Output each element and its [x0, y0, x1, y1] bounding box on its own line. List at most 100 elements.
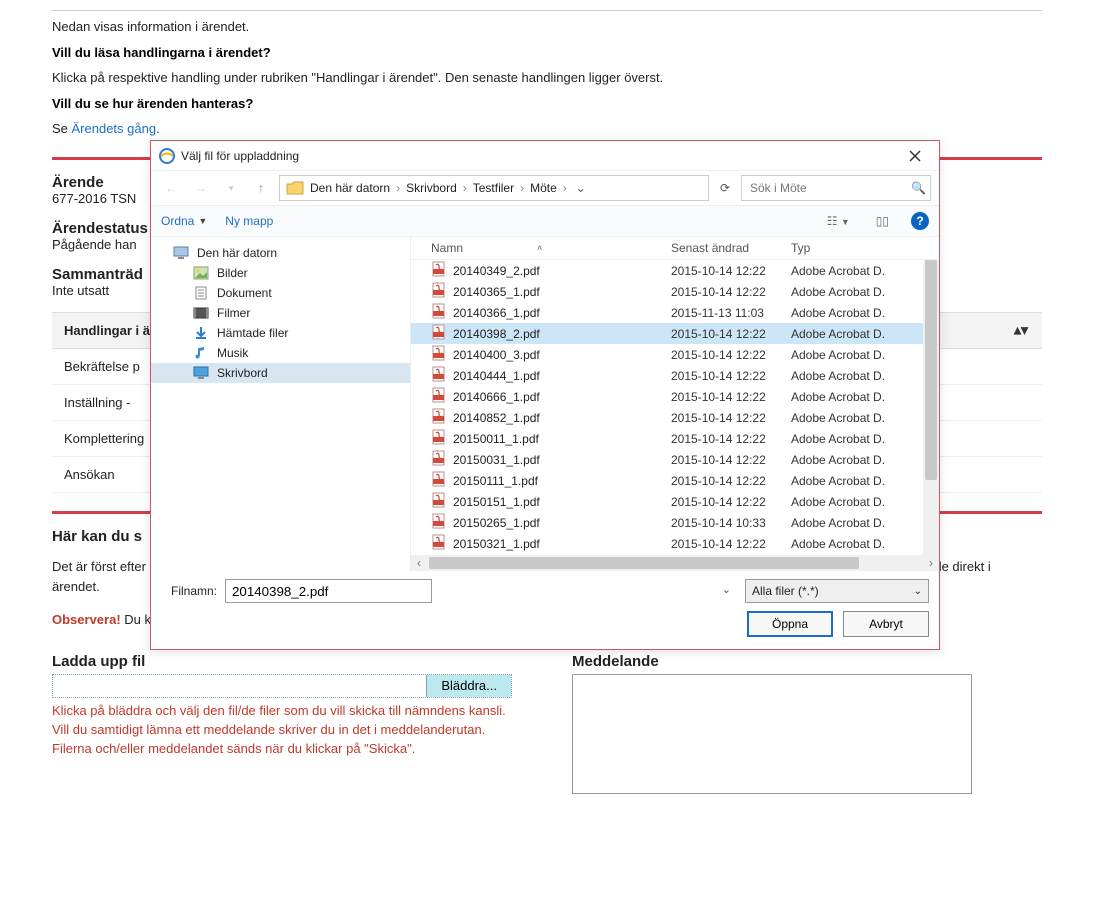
file-picker[interactable]: Bläddra...	[52, 674, 512, 698]
file-row[interactable]: 20150111_1.pdf2015-10-14 12:22Adobe Acro…	[411, 470, 939, 491]
question-read: Vill du läsa handlingarna i ärendet?	[52, 43, 1042, 63]
file-open-dialog: Välj fil för uppladdning ← → ▾ ↑ Den här…	[150, 140, 940, 650]
file-row[interactable]: 20150011_1.pdf2015-10-14 12:22Adobe Acro…	[411, 428, 939, 449]
nav-forward-button[interactable]: →	[189, 176, 213, 200]
nav-item-skrivbord[interactable]: Skrivbord	[151, 363, 410, 383]
mus-icon	[193, 346, 209, 360]
dialog-title: Välj fil för uppladdning	[181, 149, 899, 163]
pic-icon	[193, 266, 209, 280]
file-row[interactable]: 20140349_2.pdf2015-10-14 12:22Adobe Acro…	[411, 260, 939, 281]
breadcrumb-item[interactable]: Skrivbord	[402, 179, 461, 197]
file-date: 2015-10-14 12:22	[671, 432, 791, 446]
file-date: 2015-10-14 12:22	[671, 390, 791, 404]
file-row[interactable]: 20150151_1.pdf2015-10-14 12:22Adobe Acro…	[411, 491, 939, 512]
file-row[interactable]: 20140366_1.pdf2015-11-13 11:03Adobe Acro…	[411, 302, 939, 323]
file-row[interactable]: 20140400_3.pdf2015-10-14 12:22Adobe Acro…	[411, 344, 939, 365]
file-type: Adobe Acrobat D.	[791, 327, 931, 341]
file-type: Adobe Acrobat D.	[791, 348, 931, 362]
cancel-button[interactable]: Avbryt	[843, 611, 929, 637]
nav-item-filmer[interactable]: Filmer	[151, 303, 410, 323]
answer-flow: Se Ärendets gång.	[52, 119, 1042, 139]
breadcrumb-bar[interactable]: Den här datorn›Skrivbord›Testfiler›Möte›…	[279, 175, 709, 201]
dl-icon	[193, 326, 209, 340]
file-date: 2015-10-14 12:22	[671, 453, 791, 467]
file-row[interactable]: 20140852_1.pdf2015-10-14 12:22Adobe Acro…	[411, 407, 939, 428]
column-date-header[interactable]: Senast ändrad	[671, 241, 791, 255]
pdf-icon	[431, 324, 447, 343]
case-flow-link[interactable]: Ärendets gång	[72, 121, 157, 136]
pdf-icon	[431, 492, 447, 511]
nav-item-musik[interactable]: Musik	[151, 343, 410, 363]
warn-label: Observera!	[52, 612, 121, 627]
file-type: Adobe Acrobat D.	[791, 390, 931, 404]
nav-item-bilder[interactable]: Bilder	[151, 263, 410, 283]
nav-up-button[interactable]: ↑	[249, 176, 273, 200]
breadcrumb-item[interactable]: Den här datorn	[306, 179, 394, 197]
file-date: 2015-10-14 12:22	[671, 369, 791, 383]
breadcrumb-drop-icon[interactable]: ⌄	[571, 181, 591, 195]
folder-icon	[286, 180, 304, 196]
file-date: 2015-10-14 12:22	[671, 537, 791, 551]
hscroll-right-icon[interactable]: ›	[923, 556, 939, 570]
file-type: Adobe Acrobat D.	[791, 495, 931, 509]
file-date: 2015-10-14 12:22	[671, 348, 791, 362]
file-row[interactable]: 20140666_1.pdf2015-10-14 12:22Adobe Acro…	[411, 386, 939, 407]
file-date: 2015-10-14 12:22	[671, 285, 791, 299]
help-button[interactable]: ?	[911, 212, 929, 230]
file-row[interactable]: 20150321_1.pdf2015-10-14 12:22Adobe Acro…	[411, 533, 939, 554]
file-row[interactable]: 20140444_1.pdf2015-10-14 12:22Adobe Acro…	[411, 365, 939, 386]
nav-item-hämtade-filer[interactable]: Hämtade filer	[151, 323, 410, 343]
pc-icon	[173, 246, 189, 260]
file-row[interactable]: 20140398_2.pdf2015-10-14 12:22Adobe Acro…	[411, 323, 939, 344]
column-name-header[interactable]: Namn ˄	[431, 241, 671, 255]
nav-recent-button[interactable]: ▾	[219, 176, 243, 200]
file-name: 20140349_2.pdf	[453, 264, 671, 278]
view-options-button[interactable]: ☷ ▼	[823, 212, 854, 230]
file-type: Adobe Acrobat D.	[791, 411, 931, 425]
filename-dropdown-icon[interactable]: ⌄	[722, 583, 731, 596]
file-row[interactable]: 20150031_1.pdf2015-10-14 12:22Adobe Acro…	[411, 449, 939, 470]
nav-back-button[interactable]: ←	[159, 176, 183, 200]
file-type: Adobe Acrobat D.	[791, 369, 931, 383]
breadcrumb-item[interactable]: Möte	[526, 179, 561, 197]
file-date: 2015-10-14 12:22	[671, 327, 791, 341]
open-button[interactable]: Öppna	[747, 611, 833, 637]
browse-button[interactable]: Bläddra...	[426, 675, 511, 697]
preview-pane-button[interactable]: ▯▯	[872, 212, 893, 230]
filename-input[interactable]	[225, 579, 432, 603]
file-name: 20140398_2.pdf	[453, 327, 671, 341]
refresh-button[interactable]: ⟳	[715, 181, 735, 195]
pdf-icon	[431, 387, 447, 406]
sort-icon[interactable]: ▴▾	[1014, 322, 1028, 339]
intro-text: Nedan visas information i ärendet.	[52, 17, 1042, 37]
breadcrumb-item[interactable]: Testfiler	[469, 179, 518, 197]
hscroll-left-icon[interactable]: ‹	[411, 556, 427, 570]
nav-this-pc[interactable]: Den här datorn	[151, 243, 410, 263]
nav-item-dokument[interactable]: Dokument	[151, 283, 410, 303]
file-name-field	[53, 675, 426, 697]
file-type: Adobe Acrobat D.	[791, 285, 931, 299]
file-date: 2015-10-14 12:22	[671, 411, 791, 425]
message-textarea[interactable]	[572, 674, 972, 794]
file-date: 2015-10-14 12:22	[671, 264, 791, 278]
file-row[interactable]: 20140365_1.pdf2015-10-14 12:22Adobe Acro…	[411, 281, 939, 302]
breadcrumb-sep-icon: ›	[461, 181, 469, 195]
file-type-select[interactable]: Alla filer (*.*) ⌄	[745, 579, 929, 603]
horizontal-scrollbar[interactable]: ‹ ›	[411, 555, 939, 571]
new-folder-button[interactable]: Ny mapp	[225, 214, 273, 228]
organize-menu[interactable]: Ordna▼	[161, 214, 207, 228]
search-input[interactable]	[748, 180, 907, 196]
close-button[interactable]	[899, 144, 931, 168]
search-icon: 🔍	[911, 181, 926, 195]
column-type-header[interactable]: Typ	[791, 241, 931, 255]
answer-read: Klicka på respektive handling under rubr…	[52, 68, 1042, 88]
file-row[interactable]: 20150265_1.pdf2015-10-14 10:33Adobe Acro…	[411, 512, 939, 533]
chevron-down-icon: ⌄	[914, 586, 922, 597]
vid-icon	[193, 306, 209, 320]
vertical-scrollbar[interactable]	[923, 260, 939, 555]
search-field[interactable]: 🔍	[741, 175, 931, 201]
file-type: Adobe Acrobat D.	[791, 474, 931, 488]
question-flow: Vill du se hur ärenden hanteras?	[52, 94, 1042, 114]
pdf-icon	[431, 408, 447, 427]
file-name: 20140400_3.pdf	[453, 348, 671, 362]
